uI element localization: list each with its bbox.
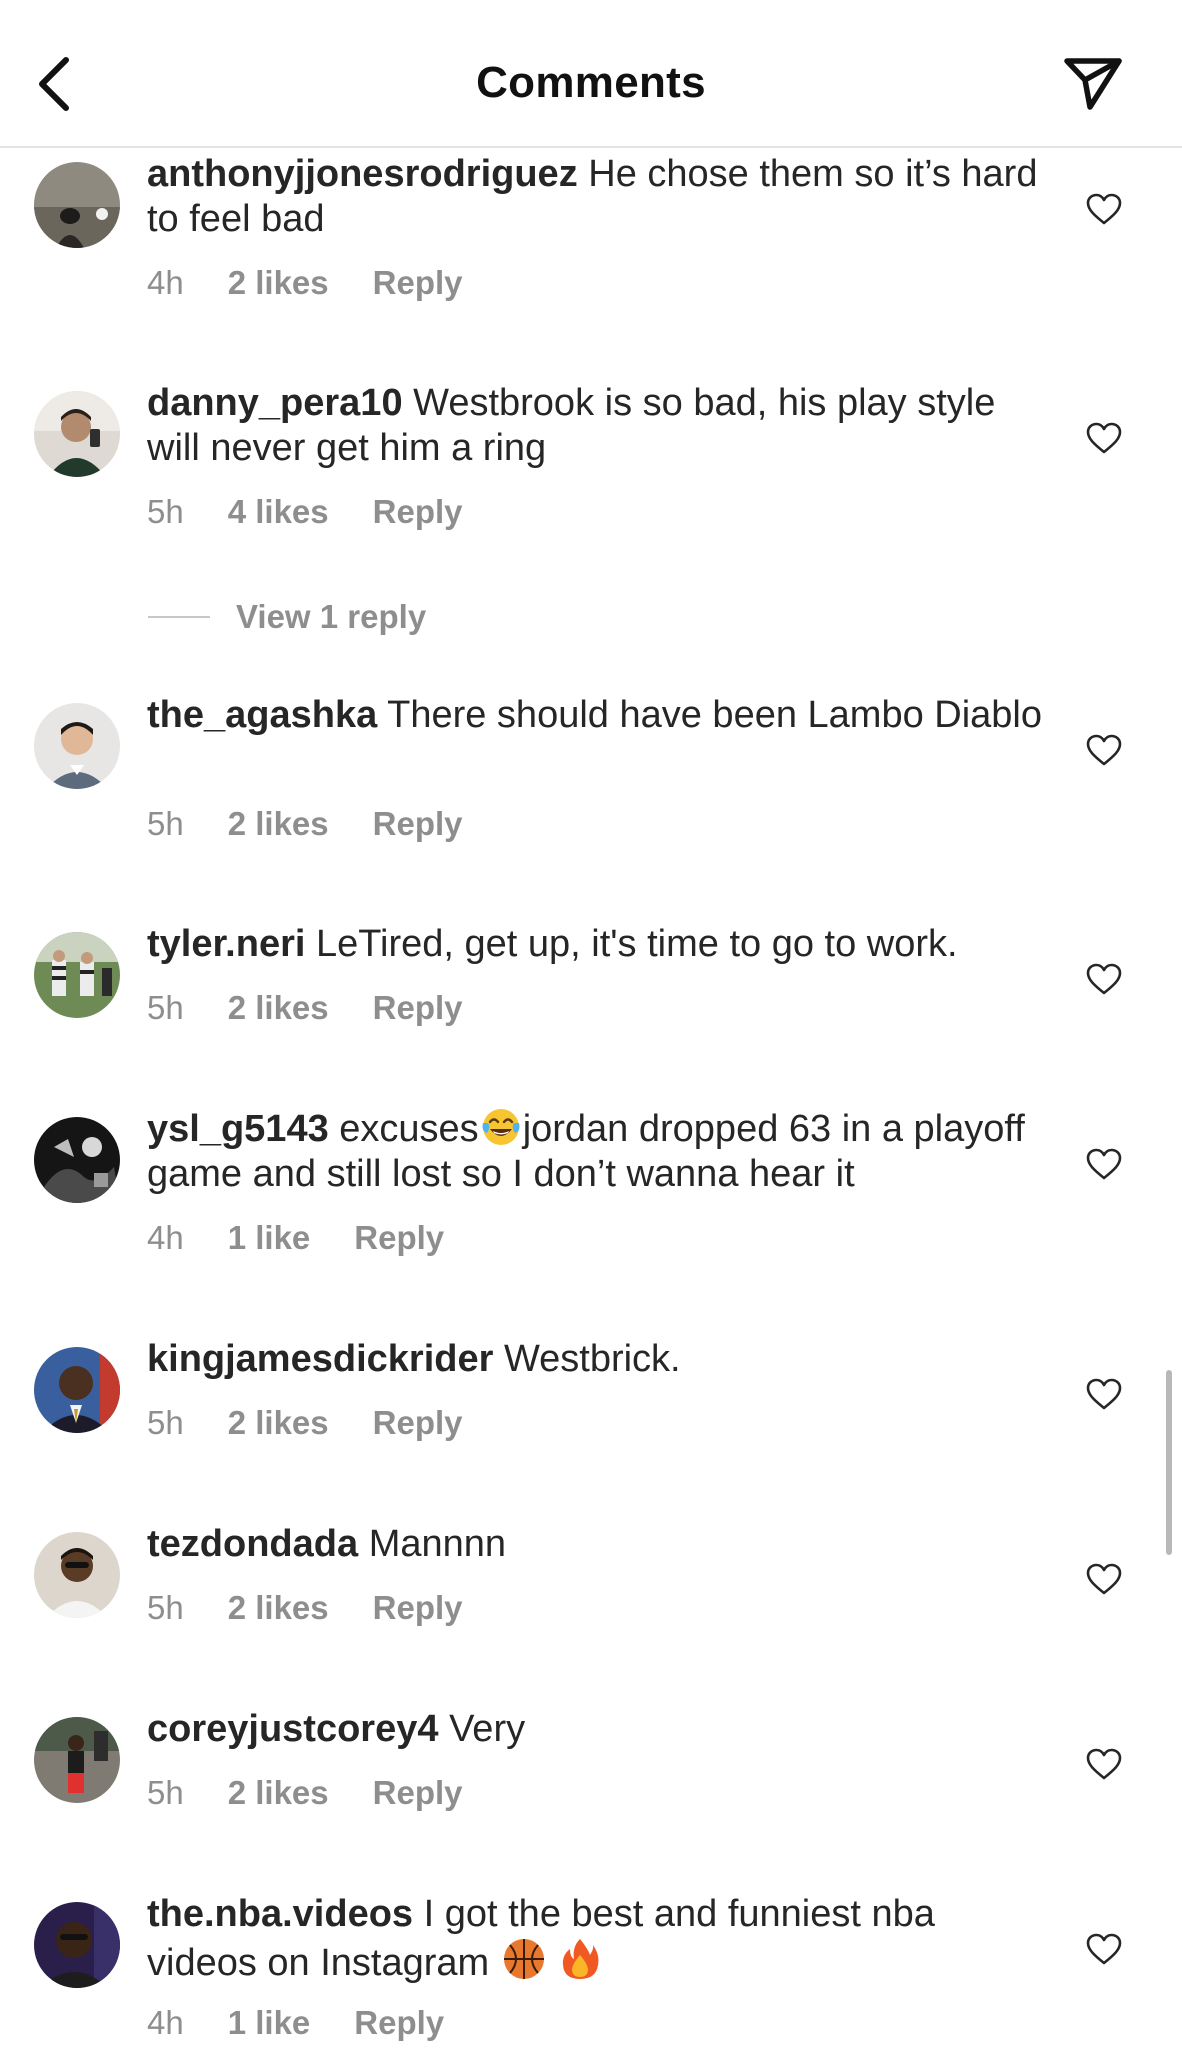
reply-button[interactable]: Reply — [354, 1219, 444, 1257]
divider — [148, 616, 210, 618]
comment-meta: 4h 2 likes Reply — [147, 264, 463, 302]
comment-meta: 5h 2 likes Reply — [147, 1404, 463, 1442]
view-replies-button[interactable]: View 1 reply — [148, 596, 426, 638]
comment-time: 5h — [147, 493, 184, 530]
heart-icon[interactable] — [1085, 1932, 1123, 1966]
comment-body: Westbrick. — [503, 1338, 681, 1380]
reply-button[interactable]: Reply — [373, 264, 463, 302]
comment-time: 4h — [147, 264, 184, 301]
comment-text: kingjamesdickrider Westbrick. — [147, 1337, 1047, 1382]
avatar[interactable] — [34, 703, 120, 789]
view-replies-label: View 1 reply — [236, 598, 427, 635]
comment-text: anthonyjjonesrodriguez He chose them so … — [147, 152, 1047, 242]
basketball-emoji — [503, 1939, 544, 1979]
avatar[interactable] — [34, 1902, 120, 1988]
comment-likes[interactable]: 2 likes — [228, 989, 329, 1027]
comment-time: 4h — [147, 2004, 184, 2041]
reply-button[interactable]: Reply — [373, 1589, 463, 1627]
page-title: Comments — [476, 58, 706, 107]
comment-likes[interactable]: 2 likes — [228, 1404, 329, 1442]
comment-meta: 4h 1 like Reply — [147, 1219, 444, 1257]
reply-button[interactable]: Reply — [373, 1774, 463, 1812]
comment-body: LeTired, get up, it's time to go to work… — [315, 923, 958, 965]
comment-text: tezdondada Mannnn — [147, 1522, 1047, 1567]
reply-button[interactable]: Reply — [354, 2004, 444, 2042]
heart-icon[interactable] — [1085, 1562, 1123, 1596]
avatar[interactable] — [34, 1117, 120, 1203]
comment-username[interactable]: tezdondada — [147, 1523, 358, 1565]
comment-username[interactable]: danny_pera10 — [147, 382, 403, 424]
heart-icon[interactable] — [1085, 421, 1123, 455]
comment-meta: 5h 2 likes Reply — [147, 805, 463, 843]
tears-of-joy-emoji — [482, 1109, 520, 1145]
heart-icon[interactable] — [1085, 192, 1123, 226]
avatar[interactable] — [34, 1532, 120, 1618]
heart-icon[interactable] — [1085, 1147, 1123, 1181]
comment-time: 5h — [147, 989, 184, 1026]
comment-time: 5h — [147, 1774, 184, 1811]
comment-time: 5h — [147, 1589, 184, 1626]
comment-username[interactable]: kingjamesdickrider — [147, 1338, 493, 1380]
paper-plane-icon — [1064, 58, 1122, 110]
heart-icon[interactable] — [1085, 1747, 1123, 1781]
comment-body: Very — [449, 1708, 526, 1750]
comment-username[interactable]: coreyjustcorey4 — [147, 1708, 439, 1750]
comment-likes[interactable]: 2 likes — [228, 264, 329, 302]
comment-username[interactable]: tyler.neri — [147, 923, 305, 965]
comment-text: the_agashka There should have been Lambo… — [147, 693, 1047, 738]
avatar[interactable] — [34, 162, 120, 248]
comment-username[interactable]: the.nba.videos — [147, 1893, 413, 1935]
comment-likes[interactable]: 2 likes — [228, 805, 329, 843]
heart-icon[interactable] — [1085, 1377, 1123, 1411]
comment-meta: 5h 2 likes Reply — [147, 989, 463, 1027]
comment-meta: 5h 2 likes Reply — [147, 1774, 463, 1812]
comment-meta: 5h 2 likes Reply — [147, 1589, 463, 1627]
comment-text: tyler.neri LeTired, get up, it's time to… — [147, 922, 1047, 967]
reply-button[interactable]: Reply — [373, 493, 463, 531]
comment-username[interactable]: ysl_g5143 — [147, 1108, 329, 1150]
reply-button[interactable]: Reply — [373, 989, 463, 1027]
reply-button[interactable]: Reply — [373, 1404, 463, 1442]
fire-emoji — [563, 1939, 599, 1979]
comment-text: coreyjustcorey4 Very — [147, 1707, 1047, 1752]
reply-button[interactable]: Reply — [373, 805, 463, 843]
comment-username[interactable]: anthonyjjonesrodriguez — [147, 153, 578, 195]
comment-time: 5h — [147, 1404, 184, 1441]
comment-text: ysl_g5143 excuses jordan dropped 63 in a… — [147, 1107, 1047, 1197]
comment-body: Mannnn — [368, 1523, 507, 1565]
comment-time: 4h — [147, 1219, 184, 1256]
avatar[interactable] — [34, 932, 120, 1018]
scrollbar[interactable] — [1166, 1370, 1172, 1555]
heart-icon[interactable] — [1085, 962, 1123, 996]
comment-text: the.nba.videos I got the best and funnie… — [147, 1892, 1047, 1986]
comment-time: 5h — [147, 805, 184, 842]
comment-likes[interactable]: 4 likes — [228, 493, 329, 531]
comment-body: There should have been Lambo Diablo — [387, 694, 1042, 736]
comment-likes[interactable]: 2 likes — [228, 1774, 329, 1812]
header-bar: Comments — [0, 0, 1182, 148]
avatar[interactable] — [34, 391, 120, 477]
comment-likes[interactable]: 1 like — [228, 1219, 311, 1257]
comment-body: excuses — [339, 1108, 479, 1150]
heart-icon[interactable] — [1085, 733, 1123, 767]
share-button[interactable] — [1058, 52, 1128, 116]
comment-meta: 4h 1 like Reply — [147, 2004, 444, 2042]
comment-likes[interactable]: 2 likes — [228, 1589, 329, 1627]
comment-text: danny_pera10 Westbrook is so bad, his pl… — [147, 381, 1047, 471]
comment-username[interactable]: the_agashka — [147, 694, 377, 736]
comment-likes[interactable]: 1 like — [228, 2004, 311, 2042]
avatar[interactable] — [34, 1347, 120, 1433]
comment-meta: 5h 4 likes Reply — [147, 493, 463, 531]
avatar[interactable] — [34, 1717, 120, 1803]
